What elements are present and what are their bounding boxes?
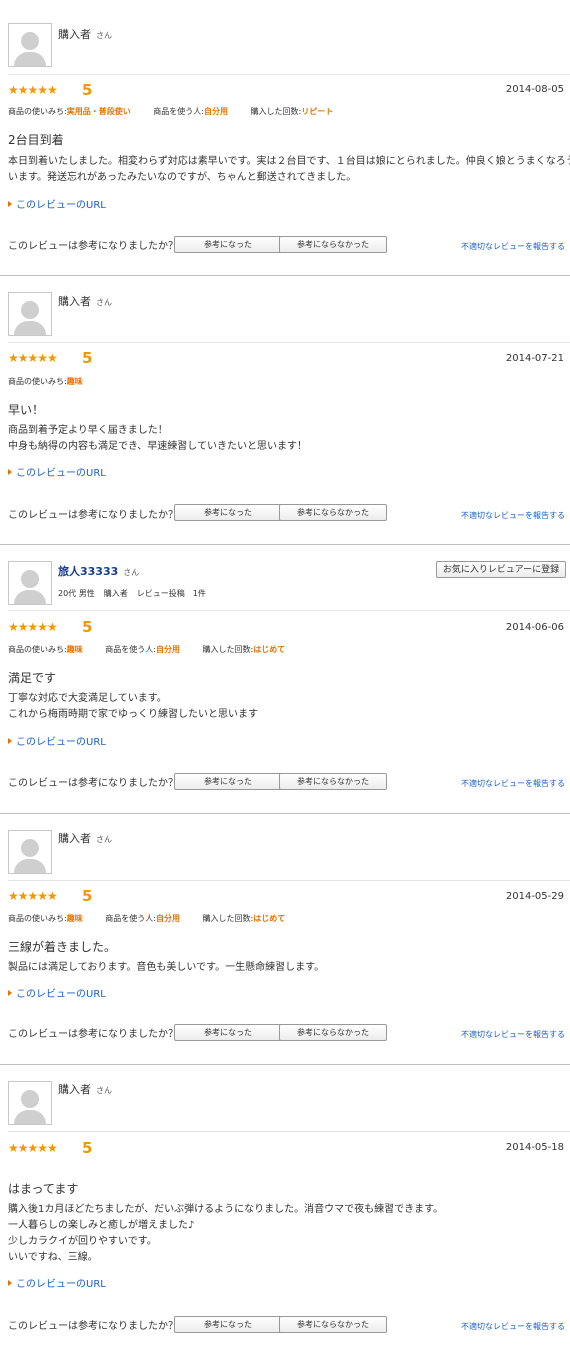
helpful-no-button[interactable]: 参考にならなかった — [279, 504, 387, 521]
rating-score: 5 — [82, 618, 93, 636]
report-review-link[interactable]: 不適切なレビューを報告する — [461, 778, 565, 789]
arrow-right-icon — [8, 738, 12, 744]
review-body: 本日到着いたしました。相変わらず対応は素早いです。実は２台目です、１台目は娘にと… — [8, 156, 570, 183]
report-review-link[interactable]: 不適切なレビューを報告する — [461, 1029, 565, 1040]
report-review-link[interactable]: 不適切なレビューを報告する — [461, 1321, 565, 1332]
review-separator — [0, 275, 570, 276]
avatar — [8, 23, 52, 67]
reviewer-name: 購入者 さん — [58, 295, 112, 308]
helpful-question: このレビューは参考になりましたか？ — [8, 1029, 178, 1040]
rating-stars-icon: ★★★★★ — [8, 351, 58, 365]
rating-stars-icon: ★★★★★ — [8, 889, 58, 903]
favorite-reviewer-button[interactable]: お気に入りレビュアーに登録 — [436, 561, 566, 578]
rating-stars-icon: ★★★★★ — [8, 1141, 58, 1155]
divider — [8, 880, 570, 881]
rating-score: 5 — [82, 349, 93, 367]
review-separator — [0, 544, 570, 545]
review-body: 購入後1カ月ほどたちましたが、だいぶ弾けるようになりました。消音ウマで夜も練習で… — [8, 1204, 444, 1263]
review-title: 2台目到着 — [8, 133, 64, 147]
review-card: 購入者 さん ★★★★★ 5 2014-07-21 商品の使いみち:趣味 早い！ … — [0, 275, 570, 544]
review-separator — [0, 1064, 570, 1065]
helpful-question: このレビューは参考になりましたか？ — [8, 241, 178, 252]
review-title: はまってます — [8, 1182, 79, 1196]
helpful-no-button[interactable]: 参考にならなかった — [279, 236, 387, 253]
review-date: 2014-07-21 — [505, 353, 564, 364]
helpful-no-button[interactable]: 参考にならなかった — [279, 773, 387, 790]
helpful-yes-button[interactable]: 参考になった — [174, 236, 282, 253]
divider — [8, 342, 570, 343]
helpful-question: このレビューは参考になりましたか？ — [8, 510, 178, 521]
helpful-no-button[interactable]: 参考にならなかった — [279, 1024, 387, 1041]
review-url-link[interactable]: このレビューのURL — [8, 464, 106, 479]
review-body: 商品到着予定より早く届きました！ 中身も納得の内容も満足でき、早速練習していきた… — [8, 425, 307, 452]
helpful-question: このレビューは参考になりましたか？ — [8, 1321, 178, 1332]
review-url-link[interactable]: このレビューのURL — [8, 985, 106, 1000]
rating-score: 5 — [82, 887, 93, 905]
rating-score: 5 — [82, 81, 93, 99]
helpful-yes-button[interactable]: 参考になった — [174, 1024, 282, 1041]
review-card: 購入者 さん ★★★★★ 5 2014-08-05 商品の使いみち:実用品・普段使… — [0, 0, 570, 269]
review-card: 購入者 さん ★★★★★ 5 2014-05-29 商品の使いみち:趣味 商品を使… — [0, 813, 570, 1082]
divider — [8, 1131, 570, 1132]
avatar — [8, 1081, 52, 1125]
arrow-right-icon — [8, 201, 12, 207]
arrow-right-icon — [8, 990, 12, 996]
review-card: 購入者 さん ★★★★★ 5 2014-05-18 はまってます 購入後1カ月ほど… — [0, 1064, 570, 1357]
review-title: 満足です — [8, 671, 57, 685]
review-card: 旅人33333 さん 20代 男性 購入者 レビュー投稿 1件 お気に入りレビュアーに… — [0, 544, 570, 813]
review-date: 2014-05-18 — [505, 1142, 564, 1153]
reviewer-name: 購入者 さん — [58, 28, 112, 41]
avatar — [8, 561, 52, 605]
avatar — [8, 830, 52, 874]
reviewer-meta: 20代 男性 購入者 レビュー投稿 1件 — [58, 589, 206, 598]
divider — [8, 610, 570, 611]
rating-stars-icon: ★★★★★ — [8, 83, 58, 97]
review-body: 丁寧な対応で大変満足しています。 これから梅雨時期で家でゆっくり練習したいと思い… — [8, 693, 258, 720]
arrow-right-icon — [8, 1280, 12, 1286]
helpful-no-button[interactable]: 参考にならなかった — [279, 1316, 387, 1333]
review-url-link[interactable]: このレビューのURL — [8, 1275, 106, 1290]
review-title: 三線が着きました。 — [8, 940, 117, 954]
arrow-right-icon — [8, 469, 12, 475]
usage-info: 商品の使いみち:趣味 商品を使う人:自分用 購入した回数:はじめて — [8, 914, 286, 923]
usage-info: 商品の使いみち:実用品・普段使い 商品を使う人:自分用 購入した回数:リピート — [8, 107, 334, 116]
report-review-link[interactable]: 不適切なレビューを報告する — [461, 241, 565, 252]
usage-info: 商品の使いみち:趣味 — [8, 377, 83, 386]
report-review-link[interactable]: 不適切なレビューを報告する — [461, 510, 565, 521]
reviewer-name-link[interactable]: 旅人33333 さん — [58, 563, 139, 579]
rating-stars-icon: ★★★★★ — [8, 620, 58, 634]
review-date: 2014-06-06 — [505, 622, 564, 633]
review-body: 製品には満足しております。音色も美しいです。一生懸命練習します。 — [8, 962, 325, 973]
helpful-yes-button[interactable]: 参考になった — [174, 504, 282, 521]
review-url-link[interactable]: このレビューのURL — [8, 196, 106, 211]
helpful-question: このレビューは参考になりましたか？ — [8, 778, 178, 789]
review-separator — [0, 813, 570, 814]
divider — [8, 74, 570, 75]
review-date: 2014-08-05 — [505, 84, 564, 95]
helpful-yes-button[interactable]: 参考になった — [174, 1316, 282, 1333]
helpful-yes-button[interactable]: 参考になった — [174, 773, 282, 790]
review-date: 2014-05-29 — [505, 891, 564, 902]
review-url-link[interactable]: このレビューのURL — [8, 733, 106, 748]
rating-score: 5 — [82, 1139, 93, 1157]
reviewer-name: 購入者 さん — [58, 1083, 112, 1096]
usage-info: 商品の使いみち:趣味 商品を使う人:自分用 購入した回数:はじめて — [8, 645, 286, 654]
avatar — [8, 292, 52, 336]
reviewer-name: 購入者 さん — [58, 832, 112, 845]
review-title: 早い！ — [8, 403, 45, 417]
